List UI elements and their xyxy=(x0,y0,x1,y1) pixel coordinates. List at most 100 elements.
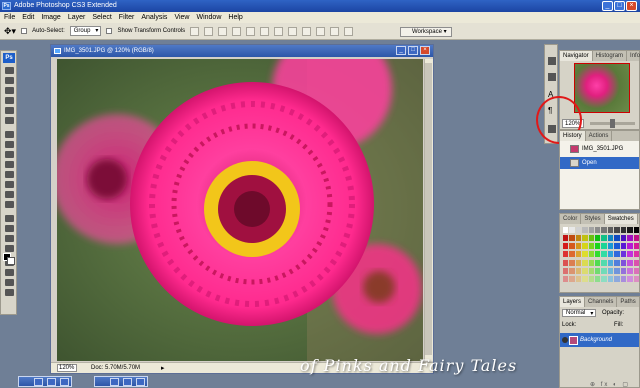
swatch[interactable] xyxy=(588,251,595,258)
swatch[interactable] xyxy=(633,235,639,242)
auto-select-dropdown[interactable]: Group xyxy=(69,26,102,36)
history-brush-tool-icon[interactable] xyxy=(5,161,14,168)
swatch[interactable] xyxy=(614,275,620,282)
doc-maximize-icon[interactable]: □ xyxy=(408,46,418,55)
swatch[interactable] xyxy=(633,251,639,258)
swatch[interactable] xyxy=(575,227,582,233)
swatch[interactable] xyxy=(569,227,575,233)
navigator-thumbnail[interactable] xyxy=(574,63,630,113)
hand-tool-icon[interactable] xyxy=(5,279,14,286)
tab-swatches[interactable]: Swatches xyxy=(604,214,638,224)
swatch[interactable] xyxy=(633,227,639,233)
swatch[interactable] xyxy=(563,267,569,274)
swatch[interactable] xyxy=(627,235,633,242)
marquee-tool-icon[interactable] xyxy=(5,77,14,84)
swatch[interactable] xyxy=(620,259,627,266)
tab-navigator[interactable]: Navigator xyxy=(560,51,593,61)
swatch[interactable] xyxy=(614,227,620,233)
menu-layer[interactable]: Layer xyxy=(68,12,86,23)
background-color-swatch[interactable] xyxy=(7,257,15,265)
clone-source-icon[interactable] xyxy=(548,73,556,81)
swatch[interactable] xyxy=(620,243,627,250)
swatch[interactable] xyxy=(575,259,582,266)
mini-restore-icon[interactable] xyxy=(34,378,43,386)
menu-filter[interactable]: Filter xyxy=(119,12,135,23)
swatch[interactable] xyxy=(627,251,633,258)
distribute-bottom-icon[interactable] xyxy=(302,26,312,36)
eyedropper-tool-icon[interactable] xyxy=(5,269,14,276)
swatch[interactable] xyxy=(595,235,601,242)
swatch[interactable] xyxy=(588,227,595,233)
tab-actions[interactable]: Actions xyxy=(586,131,613,141)
swatch[interactable] xyxy=(595,227,601,233)
blend-mode-dropdown[interactable]: Normal xyxy=(562,309,597,317)
swatch[interactable] xyxy=(620,267,627,274)
swatch[interactable] xyxy=(582,235,588,242)
move-tool-icon[interactable] xyxy=(5,67,14,74)
swatch[interactable] xyxy=(582,259,588,266)
swatch[interactable] xyxy=(601,227,607,233)
swatch[interactable] xyxy=(607,251,614,258)
swatch[interactable] xyxy=(582,243,588,250)
menu-help[interactable]: Help xyxy=(228,12,242,23)
eraser-tool-icon[interactable] xyxy=(5,171,14,178)
swatch[interactable] xyxy=(575,243,582,250)
distribute-top-icon[interactable] xyxy=(274,26,284,36)
pen-tool-icon[interactable] xyxy=(5,215,14,222)
swatch[interactable] xyxy=(614,235,620,242)
swatch[interactable] xyxy=(595,251,601,258)
swatch[interactable] xyxy=(607,275,614,282)
gradient-tool-icon[interactable] xyxy=(5,181,14,188)
crop-tool-icon[interactable] xyxy=(5,107,14,114)
mini-close-icon[interactable] xyxy=(136,378,145,386)
auto-select-checkbox[interactable] xyxy=(21,28,28,34)
swatch[interactable] xyxy=(569,267,575,274)
swatch[interactable] xyxy=(614,259,620,266)
swatch[interactable] xyxy=(569,275,575,282)
status-zoom[interactable]: 120% xyxy=(57,364,77,372)
swatch[interactable] xyxy=(582,227,588,233)
swatch[interactable] xyxy=(633,243,639,250)
align-bottom-icon[interactable] xyxy=(218,26,228,36)
swatch[interactable] xyxy=(595,275,601,282)
brush-tool-icon[interactable] xyxy=(5,141,14,148)
healing-brush-tool-icon[interactable] xyxy=(5,131,14,138)
align-left-icon[interactable] xyxy=(232,26,242,36)
document-title-bar[interactable]: IMG_3501.JPG @ 120% (RGB/8) xyxy=(51,45,433,57)
mini-restore-icon[interactable] xyxy=(110,378,119,386)
menu-view[interactable]: View xyxy=(174,12,189,23)
minimized-document-2[interactable] xyxy=(94,376,148,387)
swatch[interactable] xyxy=(575,251,582,258)
mini-maximize-icon[interactable] xyxy=(47,378,56,386)
tab-color[interactable]: Color xyxy=(560,214,582,224)
swatch[interactable] xyxy=(607,235,614,242)
show-transform-checkbox[interactable] xyxy=(106,28,113,34)
swatch[interactable] xyxy=(601,235,607,242)
swatch[interactable] xyxy=(575,235,582,242)
menu-file[interactable]: File xyxy=(4,12,15,23)
distribute-left-icon[interactable] xyxy=(316,26,326,36)
menu-edit[interactable]: Edit xyxy=(22,12,34,23)
layer-visibility-eye-icon[interactable] xyxy=(562,337,568,343)
swatch[interactable] xyxy=(627,267,633,274)
align-top-icon[interactable] xyxy=(190,26,200,36)
swatch[interactable] xyxy=(620,275,627,282)
swatch[interactable] xyxy=(614,243,620,250)
doc-minimize-icon[interactable]: _ xyxy=(396,46,406,55)
shape-tool-icon[interactable] xyxy=(5,245,14,252)
swatch[interactable] xyxy=(620,251,627,258)
swatch[interactable] xyxy=(575,275,582,282)
menu-select[interactable]: Select xyxy=(92,12,111,23)
swatch[interactable] xyxy=(575,267,582,274)
swatch[interactable] xyxy=(588,243,595,250)
swatch[interactable] xyxy=(614,251,620,258)
tab-info[interactable]: Info xyxy=(627,51,640,61)
tab-styles[interactable]: Styles xyxy=(581,214,605,224)
history-state-open[interactable]: Open xyxy=(560,157,639,169)
swatch[interactable] xyxy=(563,227,569,233)
menu-window[interactable]: Window xyxy=(196,12,221,23)
layer-footer-icons[interactable]: ⊕ fx ◐ ▢ ▣ 🗑 xyxy=(590,381,639,388)
swatch[interactable] xyxy=(563,251,569,258)
swatch[interactable] xyxy=(627,227,633,233)
tab-history[interactable]: History xyxy=(560,131,586,141)
